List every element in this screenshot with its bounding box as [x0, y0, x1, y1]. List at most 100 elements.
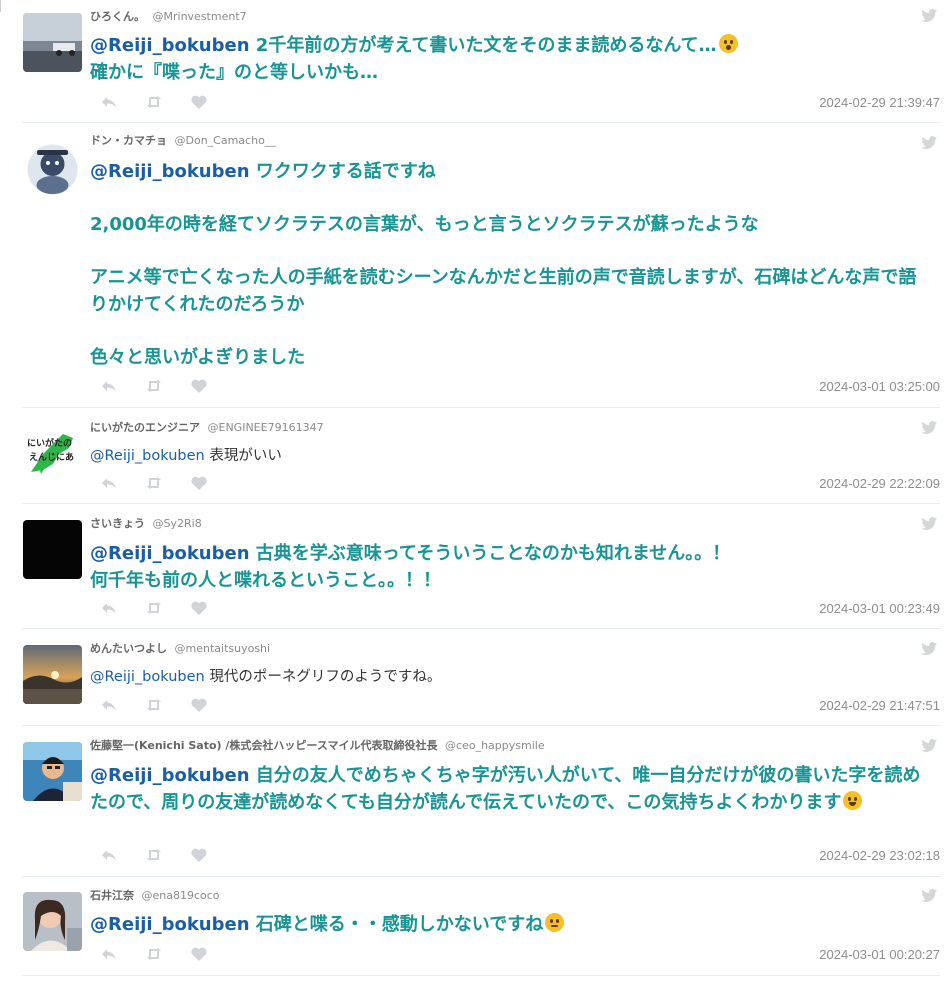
mention-link[interactable]: @Reiji_bokuben [90, 448, 205, 464]
user-handle[interactable]: @Don_Camacho__ [175, 134, 276, 147]
user-handle[interactable]: @Mrinvestment7 [153, 10, 247, 23]
avatar[interactable] [23, 742, 82, 801]
tweet: 石井江奈 @ena819coco @Reiji_bokuben 石碑と喋る・・感… [22, 877, 940, 976]
reply-icon[interactable] [100, 847, 145, 863]
twitter-bird-icon[interactable] [921, 642, 938, 656]
tweet-header: 佐藤堅一(Kenichi Sato) /株式会社ハッピースマイル代表取締役社長 … [90, 739, 545, 753]
tweet-actions [100, 378, 235, 394]
heart-icon[interactable] [190, 946, 235, 962]
display-name[interactable]: さいきょう [90, 517, 145, 530]
timestamp[interactable]: 2024-02-29 23:02:18 [819, 848, 940, 863]
tweet-actions [100, 946, 235, 962]
tweet-actions [100, 94, 235, 110]
twitter-bird-icon[interactable] [921, 136, 938, 150]
heart-icon[interactable] [190, 475, 235, 491]
avatar[interactable] [23, 140, 82, 199]
window-edge [0, 0, 1, 12]
tweet: ひろくん。 @Mrinvestment7 @Reiji_bokuben 2千年前… [22, 0, 940, 123]
heart-icon[interactable] [190, 94, 235, 110]
timestamp[interactable]: 2024-02-29 22:22:09 [819, 476, 940, 491]
tweet-text: @Reiji_bokuben 古典を学ぶ意味ってそういうことなのかも知れません。… [90, 541, 934, 594]
avatar[interactable] [23, 645, 82, 704]
face-with-rolling-eyes-icon [545, 913, 565, 932]
tweet-body: 2千年前の方が考えて書いた文をそのまま読めるなんて… [249, 35, 717, 56]
twitter-bird-icon[interactable] [921, 739, 938, 753]
tweet-text: @Reiji_bokuben 表現がいい [90, 446, 934, 466]
tweet: めんたいつよし @mentaitsuyoshi @Reiji_bokuben 現… [22, 629, 940, 726]
reply-icon[interactable] [100, 94, 145, 110]
tweet-header: にいがたのエンジニア @ENGINEE79161347 [90, 421, 324, 435]
display-name[interactable]: 佐藤堅一(Kenichi Sato) /株式会社ハッピースマイル代表取締役社長 [90, 739, 438, 752]
tweet-text: @Reiji_bokuben 現代のポーネグリフのようですね。 [90, 667, 934, 687]
timestamp[interactable]: 2024-02-29 21:47:51 [819, 698, 940, 713]
retweet-icon[interactable] [145, 475, 190, 491]
astonished-face-icon [718, 34, 738, 53]
display-name[interactable]: ひろくん。 [90, 10, 145, 23]
heart-icon[interactable] [190, 378, 235, 394]
reply-icon[interactable] [100, 946, 145, 962]
retweet-icon[interactable] [145, 600, 190, 616]
retweet-icon[interactable] [145, 847, 190, 863]
twitter-bird-icon[interactable] [921, 889, 938, 903]
heart-icon[interactable] [190, 847, 235, 863]
reply-feed: ひろくん。 @Mrinvestment7 @Reiji_bokuben 2千年前… [22, 0, 940, 976]
tweet: ドン・カマチョ @Don_Camacho__ @Reiji_bokuben ワク… [22, 123, 940, 408]
reply-icon[interactable] [100, 697, 145, 713]
mention-link[interactable]: @Reiji_bokuben [90, 35, 250, 56]
tweet-header: ドン・カマチョ @Don_Camacho__ [90, 134, 276, 148]
tweet-text: @Reiji_bokuben 2千年前の方が考えて書いた文をそのまま読めるなんて… [90, 33, 934, 86]
user-handle[interactable]: @mentaitsuyoshi [175, 642, 271, 655]
avatar[interactable] [23, 520, 82, 579]
retweet-icon[interactable] [145, 378, 190, 394]
tweet-text: @Reiji_bokuben 自分の友人でめちゃくちゃ字が汚い人がいて、唯一自分… [90, 763, 934, 816]
mention-link[interactable]: @Reiji_bokuben [90, 669, 205, 685]
reply-icon[interactable] [100, 475, 145, 491]
tweet-header: ひろくん。 @Mrinvestment7 [90, 10, 247, 24]
avatar[interactable] [23, 13, 82, 72]
tweet: にいがたの えんじにあ にいがたのエンジニア @ENGINEE79161347 … [22, 408, 940, 504]
tweet-body: ワクワクする話ですね 2,000年の時を経てソクラテスの言葉が、もっと言うとソク… [90, 161, 917, 368]
heart-icon[interactable] [190, 600, 235, 616]
avatar[interactable]: にいがたの えんじにあ [23, 424, 82, 483]
timestamp[interactable]: 2024-03-01 03:25:00 [819, 379, 940, 394]
retweet-icon[interactable] [145, 946, 190, 962]
mention-link[interactable]: @Reiji_bokuben [90, 543, 250, 564]
tweet-text: @Reiji_bokuben 石碑と喋る・・感動しかないですね [90, 912, 934, 939]
twitter-bird-icon[interactable] [921, 517, 938, 531]
retweet-icon[interactable] [145, 94, 190, 110]
mention-link[interactable]: @Reiji_bokuben [90, 161, 250, 182]
tweet-header: めんたいつよし @mentaitsuyoshi [90, 642, 270, 656]
display-name[interactable]: にいがたのエンジニア [90, 421, 200, 434]
retweet-icon[interactable] [145, 697, 190, 713]
timestamp[interactable]: 2024-03-01 00:23:49 [819, 601, 940, 616]
tweet-actions [100, 847, 235, 863]
tweet-text: @Reiji_bokuben ワクワクする話ですね 2,000年の時を経てソクラ… [90, 159, 934, 371]
tweet-header: さいきょう @Sy2Ri8 [90, 517, 202, 531]
timestamp[interactable]: 2024-02-29 21:39:47 [819, 95, 940, 110]
display-name[interactable]: ドン・カマチョ [90, 134, 167, 147]
tweet-actions [100, 475, 235, 491]
twitter-bird-icon[interactable] [921, 9, 938, 23]
display-name[interactable]: めんたいつよし [90, 642, 167, 655]
tweet-actions [100, 600, 235, 616]
tweet: 佐藤堅一(Kenichi Sato) /株式会社ハッピースマイル代表取締役社長 … [22, 726, 940, 877]
avatar[interactable] [23, 892, 82, 951]
display-name[interactable]: 石井江奈 [90, 889, 134, 902]
tweet-body: 石碑と喋る・・感動しかないですね [249, 914, 544, 935]
user-handle[interactable]: @ENGINEE79161347 [208, 421, 324, 434]
user-handle[interactable]: @Sy2Ri8 [153, 517, 202, 530]
tweet-body: 表現がいい [204, 448, 282, 464]
grinning-face-icon [843, 790, 863, 810]
tweet: さいきょう @Sy2Ri8 @Reiji_bokuben 古典を学ぶ意味ってそう… [22, 504, 940, 629]
heart-icon[interactable] [190, 697, 235, 713]
user-handle[interactable]: @ena819coco [142, 889, 220, 902]
timestamp[interactable]: 2024-03-01 00:20:27 [819, 947, 940, 962]
svg-text:にいがたの: にいがたの [27, 437, 72, 449]
reply-icon[interactable] [100, 600, 145, 616]
user-handle[interactable]: @ceo_happysmile [445, 739, 545, 752]
tweet-body-continued: 確かに『喋った』のと等しいかも… [90, 61, 378, 83]
mention-link[interactable]: @Reiji_bokuben [90, 914, 250, 935]
mention-link[interactable]: @Reiji_bokuben [90, 765, 250, 786]
twitter-bird-icon[interactable] [921, 421, 938, 435]
reply-icon[interactable] [100, 378, 145, 394]
